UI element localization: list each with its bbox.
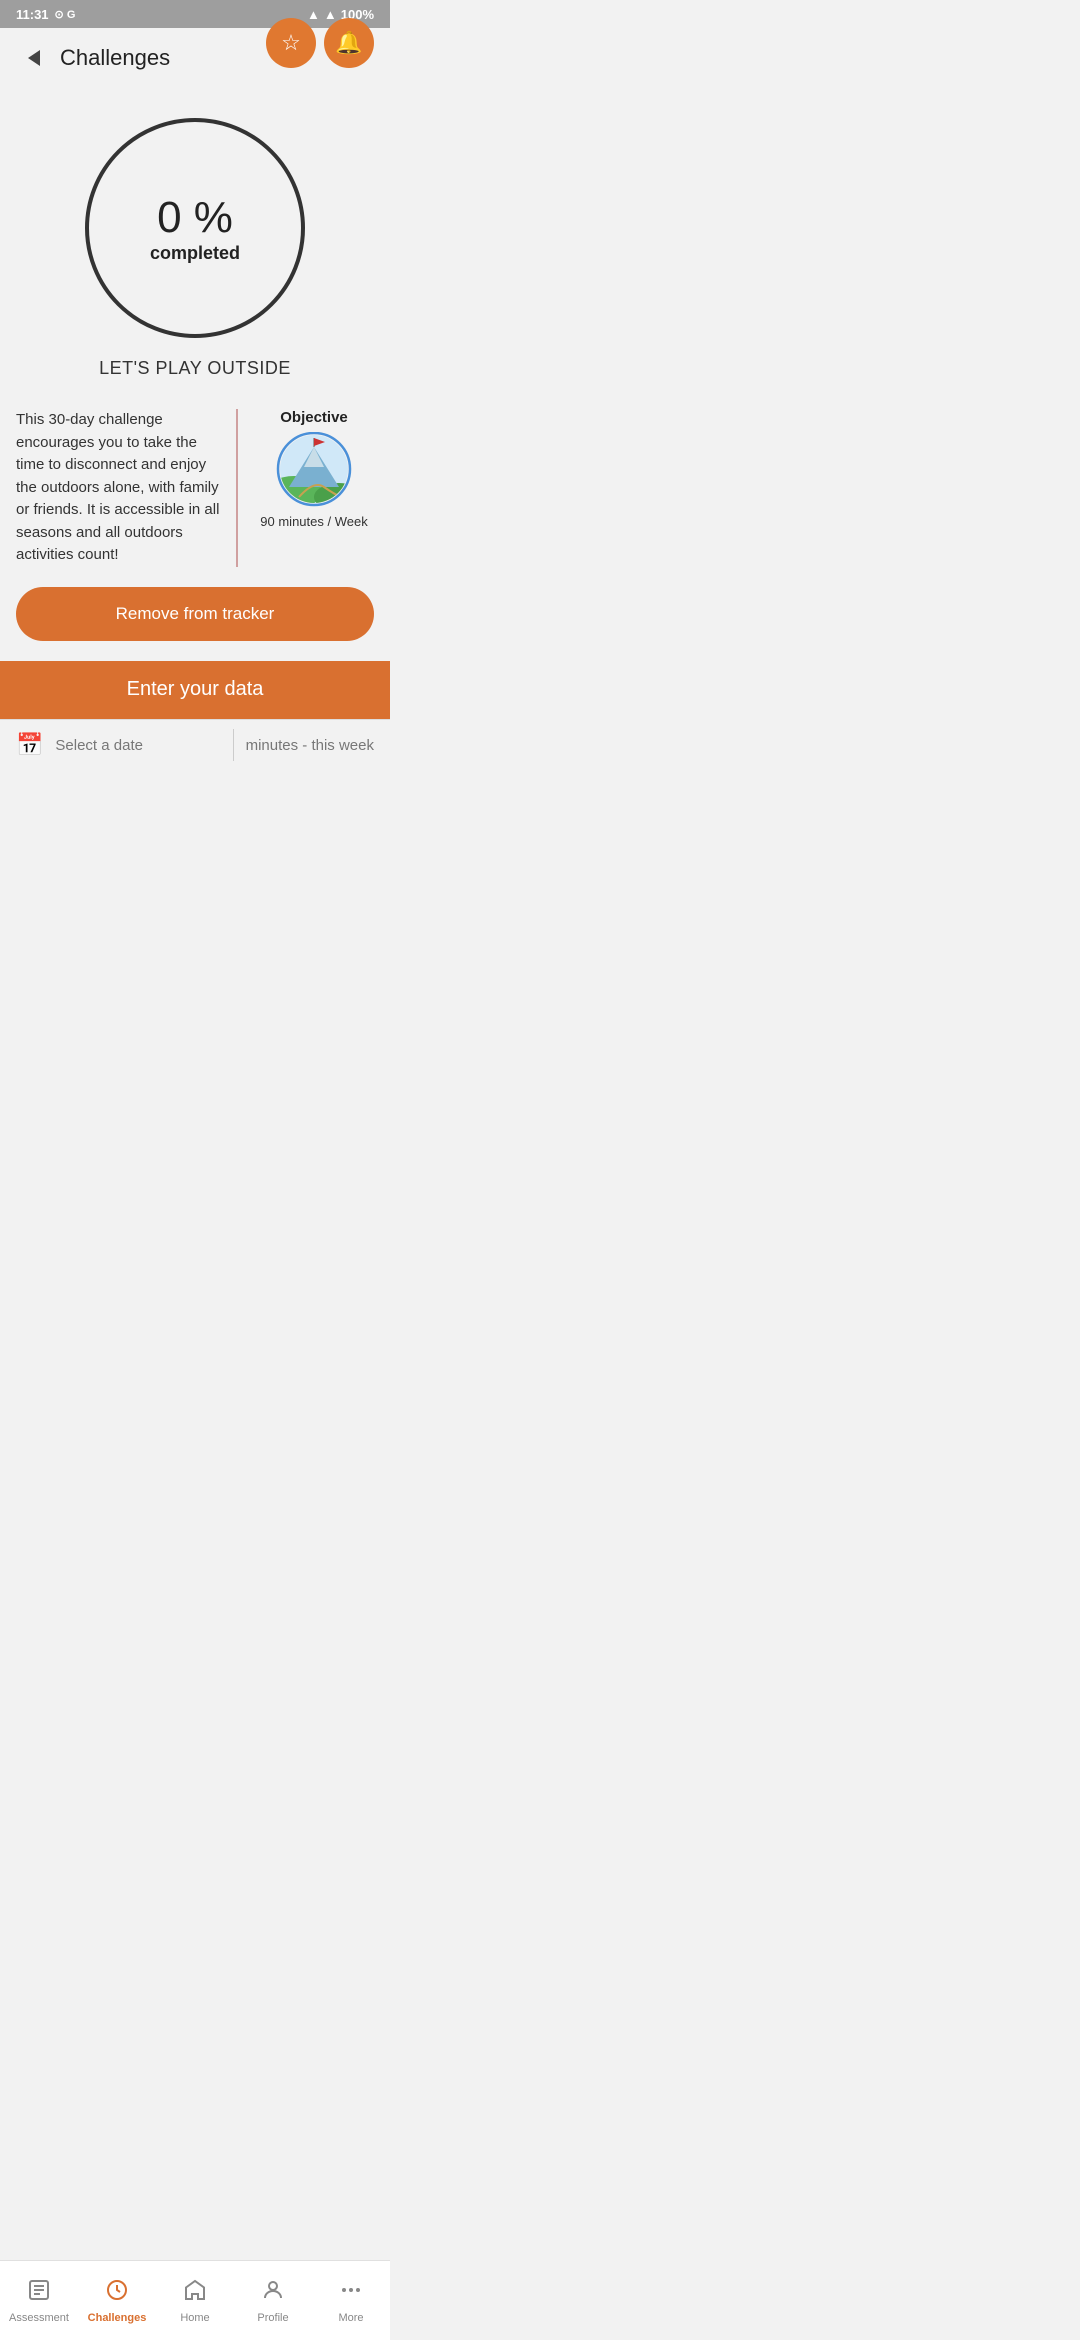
date-placeholder[interactable]: Select a date (55, 737, 220, 754)
assessment-label: Assessment (9, 2312, 69, 2324)
date-row-divider (233, 729, 234, 761)
nav-item-profile[interactable]: Profile (234, 2278, 312, 2324)
minutes-placeholder[interactable]: minutes - this week (246, 737, 374, 754)
top-bar: Challenges ☆ 🔔 (0, 28, 390, 88)
back-button[interactable] (16, 40, 52, 76)
nav-item-challenges[interactable]: Challenges (78, 2278, 156, 2324)
home-label: Home (180, 2312, 209, 2324)
back-arrow-icon (28, 50, 40, 66)
date-input-row: 📅 Select a date minutes - this week (0, 719, 390, 771)
time-display: 11:31 (16, 7, 49, 22)
bottom-navigation: Assessment Challenges Home Profile (0, 2260, 390, 2340)
status-icons: ⊙ G (55, 8, 76, 21)
progress-section: 0 % completed LET'S PLAY OUTSIDE (0, 98, 390, 389)
badge-button[interactable]: ☆ (266, 18, 316, 68)
profile-label: Profile (257, 2312, 288, 2324)
home-icon (183, 2278, 207, 2308)
challenge-description: This 30-day challenge encourages you to … (16, 409, 220, 567)
vertical-divider (236, 409, 238, 567)
more-label: More (338, 2312, 363, 2324)
info-section: This 30-day challenge encourages you to … (16, 409, 374, 567)
remove-from-tracker-button[interactable]: Remove from tracker (16, 587, 374, 641)
status-time: 11:31 ⊙ G (16, 7, 75, 22)
progress-circle: 0 % completed (85, 118, 305, 338)
objective-label: Objective (280, 409, 348, 426)
main-content: 0 % completed LET'S PLAY OUTSIDE This 30… (0, 88, 390, 851)
progress-label: completed (150, 243, 240, 264)
badge-icon: ☆ (281, 30, 301, 56)
nav-item-more[interactable]: More (312, 2278, 390, 2324)
calendar-icon: 📅 (16, 732, 43, 758)
top-action-icons: ☆ 🔔 (266, 18, 374, 68)
challenges-label: Challenges (88, 2312, 147, 2324)
nav-item-home[interactable]: Home (156, 2278, 234, 2324)
more-icon (339, 2278, 363, 2308)
objective-icon (269, 432, 359, 507)
enter-data-button[interactable]: Enter your data (0, 661, 390, 719)
assessment-icon (27, 2278, 51, 2308)
objective-section: Objective (254, 409, 374, 531)
notification-icon: 🔔 (335, 30, 362, 56)
profile-icon (261, 2278, 285, 2308)
challenges-icon (105, 2278, 129, 2308)
challenge-title: LET'S PLAY OUTSIDE (99, 358, 291, 379)
enter-data-label: Enter your data (127, 678, 264, 701)
objective-desc: 90 minutes / Week (260, 513, 367, 531)
progress-percent: 0 % (157, 193, 233, 243)
bottom-spacer (0, 771, 390, 851)
notification-button[interactable]: 🔔 (324, 18, 374, 68)
nav-item-assessment[interactable]: Assessment (0, 2278, 78, 2324)
